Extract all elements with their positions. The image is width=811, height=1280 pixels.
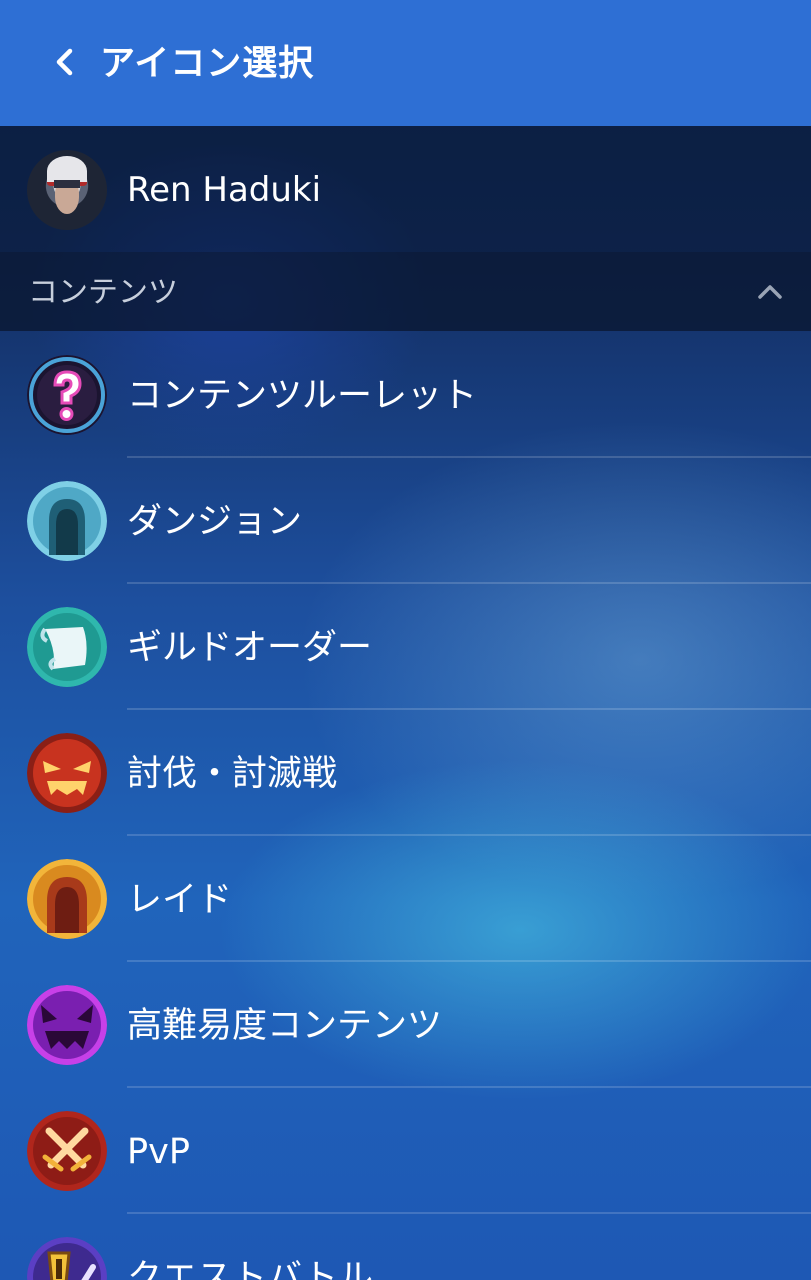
item-label: レイド	[127, 880, 233, 920]
section-label: コンテンツ	[28, 275, 178, 310]
list-item-high-end[interactable]: 高難易度コンテンツ	[0, 962, 811, 1088]
chevron-up-icon[interactable]	[752, 277, 788, 307]
list-item-guild-order[interactable]: ギルドオーダー	[0, 584, 811, 710]
avatar	[27, 150, 107, 230]
list-item-dungeon[interactable]: ダンジョン	[0, 458, 811, 584]
question-mark-icon	[27, 355, 107, 435]
page-title: アイコン選択	[100, 44, 315, 84]
character-name: Ren Haduki	[127, 170, 322, 210]
back-button[interactable]	[40, 38, 88, 90]
dungeon-cave-icon	[27, 481, 107, 561]
list-item-content-roulette[interactable]: コンテンツルーレット	[0, 332, 811, 458]
list-item-raid[interactable]: レイド	[0, 836, 811, 962]
list-item-trials[interactable]: 討伐・討滅戦	[0, 710, 811, 836]
quest-alert-icon	[27, 1237, 107, 1280]
list-item-pvp[interactable]: PvP	[0, 1088, 811, 1214]
item-label: ダンジョン	[127, 502, 303, 542]
current-character-row: Ren Haduki	[0, 126, 811, 252]
chevron-left-icon	[52, 46, 76, 82]
app-header: アイコン選択	[0, 0, 811, 126]
section-header-contents[interactable]: コンテンツ	[0, 252, 811, 331]
raid-cave-icon	[27, 859, 107, 939]
item-label: 討伐・討滅戦	[127, 754, 338, 794]
angry-face-icon	[27, 733, 107, 813]
demon-face-icon	[27, 985, 107, 1065]
list-item-quest-battle[interactable]: クエストバトル	[0, 1214, 811, 1280]
item-label: コンテンツルーレット	[127, 376, 478, 416]
item-label: PvP	[127, 1132, 190, 1172]
item-label: クエストバトル	[127, 1258, 374, 1280]
crossed-swords-icon	[27, 1111, 107, 1191]
scroll-icon	[27, 607, 107, 687]
item-label: 高難易度コンテンツ	[127, 1006, 443, 1046]
item-label: ギルドオーダー	[127, 628, 373, 668]
